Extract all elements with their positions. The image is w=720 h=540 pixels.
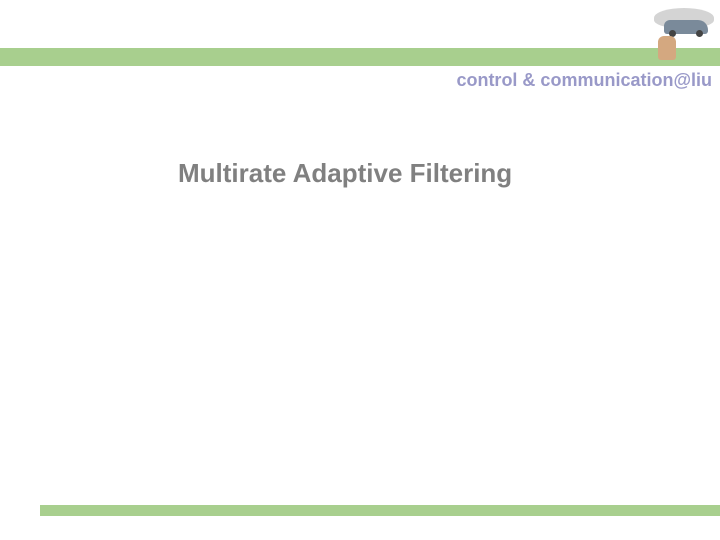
- car-graphic: [664, 20, 708, 34]
- hand-graphic: [658, 36, 676, 60]
- header-decoration: [636, 2, 716, 62]
- top-accent-bar: [0, 48, 720, 66]
- slide-title: Multirate Adaptive Filtering: [178, 158, 512, 189]
- header-subtitle: control & communication@liu: [456, 70, 712, 91]
- bottom-accent-bar: [40, 505, 720, 516]
